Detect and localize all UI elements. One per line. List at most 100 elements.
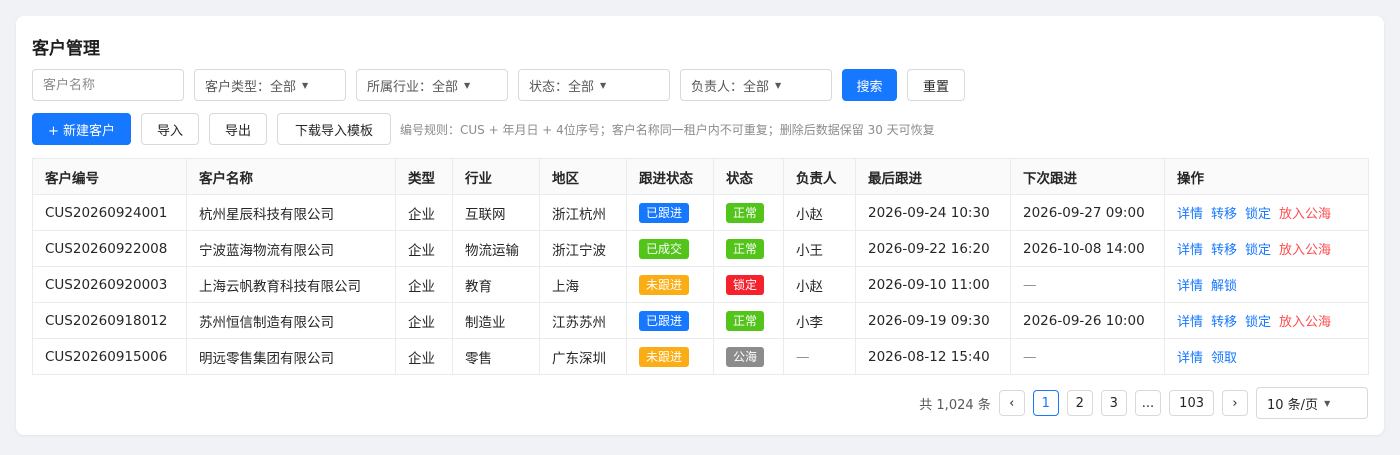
industry-select[interactable]: 所属行业：全部 ▼ xyxy=(356,69,508,101)
row-action-link[interactable]: 锁定 xyxy=(1245,207,1271,222)
cell-next-follow: 2026-09-26 10:00 xyxy=(1010,302,1165,339)
cell-last-follow: 2026-09-24 10:30 xyxy=(855,194,1011,231)
cell-last-follow: 2026-08-12 15:40 xyxy=(855,338,1011,375)
row-action-link[interactable]: 详情 xyxy=(1177,279,1203,294)
column-header: 客户名称 xyxy=(186,158,396,195)
cell-last-follow: 2026-09-10 11:00 xyxy=(855,266,1011,303)
cell-industry: 互联网 xyxy=(452,194,540,231)
customer-name-input[interactable] xyxy=(43,77,173,93)
numbering-rule-hint: 编号规则：CUS + 年月日 + 4位序号；客户名称同一租户内不可重复；删除后数… xyxy=(400,122,935,137)
cell-name: 苏州恒信制造有限公司 xyxy=(186,302,396,339)
cell-status: 正常 xyxy=(713,230,784,267)
cell-type: 企业 xyxy=(395,194,453,231)
cell-type: 企业 xyxy=(395,230,453,267)
page-button[interactable]: 3 xyxy=(1100,390,1127,416)
row-action-link[interactable]: 详情 xyxy=(1177,351,1203,366)
page-size-select[interactable]: 10 条/页 ▼ xyxy=(1256,387,1368,419)
cell-industry: 物流运输 xyxy=(452,230,540,267)
cell-type: 企业 xyxy=(395,302,453,339)
cell-name: 宁波蓝海物流有限公司 xyxy=(186,230,396,267)
customer-name-field[interactable] xyxy=(32,69,184,101)
next-page-button[interactable]: › xyxy=(1222,390,1248,416)
owner-value: 负责人：全部 xyxy=(691,79,770,95)
cell-owner: 小赵 xyxy=(783,266,856,303)
row-action-link[interactable]: 转移 xyxy=(1211,243,1237,258)
owner-select[interactable]: 负责人：全部 ▼ xyxy=(680,69,832,101)
status-badge: 正常 xyxy=(726,202,765,223)
prev-page-button[interactable]: ‹ xyxy=(998,390,1025,416)
cell-name: 上海云帆教育科技有限公司 xyxy=(186,266,396,303)
export-button[interactable]: 导出 xyxy=(209,113,267,145)
cell-follow-status: 已成交 xyxy=(626,230,714,267)
row-action-link[interactable]: 转移 xyxy=(1211,315,1237,330)
cell-follow-status: 已跟进 xyxy=(626,194,714,231)
cell-type: 企业 xyxy=(395,266,453,303)
row-action-link[interactable]: 锁定 xyxy=(1245,315,1271,330)
table-header-row: 客户编号 客户名称 类型 行业 地区 跟进状态 状态 负责人 最后跟进 下次跟进… xyxy=(32,158,1369,195)
status-badge: 锁定 xyxy=(726,274,765,295)
row-action-link[interactable]: 放入公海 xyxy=(1279,207,1331,222)
column-header: 最后跟进 xyxy=(855,158,1011,195)
cell-industry: 制造业 xyxy=(452,302,540,339)
page-ellipsis[interactable]: ... xyxy=(1134,390,1162,416)
column-header: 地区 xyxy=(539,158,627,195)
cell-follow-status: 已跟进 xyxy=(626,302,714,339)
caret-down-icon: ▼ xyxy=(775,80,782,90)
follow-status-badge: 未跟进 xyxy=(639,346,690,367)
caret-down-icon: ▼ xyxy=(464,80,471,90)
row-action-link[interactable]: 详情 xyxy=(1177,315,1203,330)
cell-industry: 零售 xyxy=(452,338,540,375)
row-action-link[interactable]: 详情 xyxy=(1177,243,1203,258)
download-template-button[interactable]: 下载导入模板 xyxy=(277,113,391,145)
cell-next-follow: 2026-09-27 09:00 xyxy=(1010,194,1165,231)
page-title: 客户管理 xyxy=(32,39,100,59)
cell-type: 企业 xyxy=(395,338,453,375)
follow-status-badge: 已成交 xyxy=(639,238,690,259)
cell-actions: 详情 转移 锁定 放入公海 xyxy=(1164,302,1369,339)
row-action-link[interactable]: 放入公海 xyxy=(1279,315,1331,330)
cell-region: 浙江杭州 xyxy=(539,194,627,231)
column-header: 客户编号 xyxy=(32,158,187,195)
row-action-link[interactable]: 领取 xyxy=(1211,351,1237,366)
search-button[interactable]: 搜索 xyxy=(842,69,897,101)
cell-last-follow: 2026-09-22 16:20 xyxy=(855,230,1011,267)
page-button[interactable]: 103 xyxy=(1169,390,1214,416)
customer-type-select[interactable]: 客户类型：全部 ▼ xyxy=(194,69,346,101)
column-header: 跟进状态 xyxy=(626,158,714,195)
follow-status-badge: 已跟进 xyxy=(639,202,690,223)
row-action-link[interactable]: 锁定 xyxy=(1245,243,1271,258)
customer-type-value: 客户类型：全部 xyxy=(205,79,297,95)
new-customer-button[interactable]: + 新建客户 xyxy=(32,113,131,145)
page-button[interactable]: 2 xyxy=(1066,390,1093,416)
row-action-link[interactable]: 解锁 xyxy=(1211,279,1237,294)
cell-owner: — xyxy=(783,338,856,375)
cell-region: 上海 xyxy=(539,266,627,303)
table-row: CUS20260924001 杭州星辰科技有限公司 企业 互联网 浙江杭州 已跟进 正常 小赵… xyxy=(32,194,1369,231)
cell-owner: 小李 xyxy=(783,302,856,339)
table-row: CUS20260918012 苏州恒信制造有限公司 企业 制造业 江苏苏州 已跟进 正常 小李… xyxy=(32,302,1369,339)
cell-industry: 教育 xyxy=(452,266,540,303)
cell-status: 正常 xyxy=(713,302,784,339)
page-button[interactable]: 1 xyxy=(1032,390,1059,416)
row-action-link[interactable]: 详情 xyxy=(1177,207,1203,222)
caret-down-icon: ▼ xyxy=(1324,398,1331,408)
customer-management-card: 客户管理 客户类型：全部 ▼ 所属行业：全部 ▼ 状态：全部 ▼ 负责人：全部 … xyxy=(16,16,1384,435)
row-action-link[interactable]: 转移 xyxy=(1211,207,1237,222)
industry-value: 所属行业：全部 xyxy=(367,79,459,95)
status-select[interactable]: 状态：全部 ▼ xyxy=(518,69,670,101)
cell-region: 浙江宁波 xyxy=(539,230,627,267)
cell-actions: 详情 转移 锁定 放入公海 xyxy=(1164,230,1369,267)
cell-id: CUS20260920003 xyxy=(32,266,187,303)
cell-name: 杭州星辰科技有限公司 xyxy=(186,194,396,231)
reset-button[interactable]: 重置 xyxy=(907,69,965,101)
cell-id: CUS20260922008 xyxy=(32,230,187,267)
table-row: CUS20260922008 宁波蓝海物流有限公司 企业 物流运输 浙江宁波 已成交 正常小… xyxy=(32,230,1369,267)
row-action-link[interactable]: 放入公海 xyxy=(1279,243,1331,258)
import-button[interactable]: 导入 xyxy=(141,113,199,145)
customer-table: 客户编号 客户名称 类型 行业 地区 跟进状态 状态 负责人 最后跟进 下次跟进… xyxy=(32,158,1369,375)
total-count: 共 1,024 条 xyxy=(919,397,991,413)
column-header: 负责人 xyxy=(783,158,856,195)
status-value: 状态：全部 xyxy=(529,79,595,95)
cell-next-follow: — xyxy=(1010,338,1165,375)
cell-actions: 详情 解锁 xyxy=(1164,266,1369,303)
